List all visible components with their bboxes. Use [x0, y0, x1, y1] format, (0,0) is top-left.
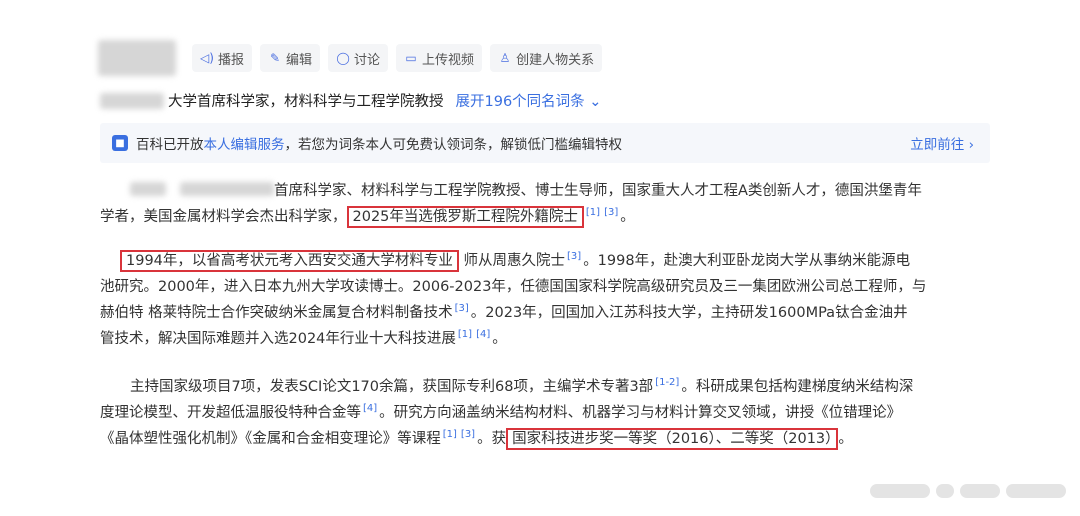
- citation-link[interactable]: [1]: [443, 429, 457, 440]
- encyclopedia-page: ◁) 播报 ✎ 编辑 ◯ 讨论 ▭ 上传视频 ♙ 创建人物关系 大学首席科学家，…: [0, 0, 1080, 516]
- intro-text-2: 学者，美国金属材料学会杰出科学家，: [100, 209, 347, 225]
- discuss-label: 讨论: [354, 52, 381, 68]
- blurred-title: [98, 40, 176, 76]
- career-line-1: 1994年，以省高考状元考入西安交通大学材料专业 师从周惠久院士 [3] 。1998…: [100, 248, 990, 274]
- paragraph-career: 1994年，以省高考状元考入西安交通大学材料专业 师从周惠久院士 [3] 。1998…: [100, 248, 990, 352]
- research-text-1a: 主持国家级项目7项，发表SCI论文170余篇，获国际专利68项，主编学术专著3部: [130, 379, 654, 395]
- broadcast-button[interactable]: ◁) 播报: [192, 44, 253, 72]
- subtitle-text: 大学首席科学家，材料科学与工程学院教授: [168, 94, 444, 110]
- career-line-3: 赫伯特 格莱特院士合作突破纳米金属复合材料制备技术 [3] 。2023年，回国加入江…: [100, 300, 990, 326]
- citation-link[interactable]: [1]: [458, 329, 472, 340]
- research-line-1: 主持国家级项目7项，发表SCI论文170余篇，获国际专利68项，主编学术专著3部…: [100, 374, 990, 400]
- control-bar: [870, 484, 930, 498]
- highlight-box-awards: 国家科技进步奖一等奖（2016）、二等奖（2013）: [506, 428, 839, 450]
- highlight-box-admission: 1994年，以省高考状元考入西安交通大学材料专业: [120, 250, 459, 272]
- people-icon: ♙: [499, 51, 511, 65]
- career-text-3b: 。2023年，回国加入江苏科技大学，主持研发1600MPa钛合金油井: [470, 305, 908, 321]
- research-line-2: 度理论模型、开发超低温服役特种合金等 [4] 。研究方向涵盖纳米结构材料、机器学习与…: [100, 400, 990, 426]
- blurred-university: [100, 93, 164, 109]
- intro-end: 。: [620, 209, 635, 225]
- career-text-2: 池研究。2000年，进入日本九州大学攻读博士。2006-2023年，任德国国家科…: [100, 279, 927, 295]
- notice-prefix: 百科已开放: [136, 137, 204, 153]
- entry-subtitle: 大学首席科学家，材料科学与工程学院教授 展开196个同名词条 ⌄: [168, 90, 601, 111]
- career-line-2: 池研究。2000年，进入日本九州大学攻读博士。2006-2023年，任德国国家科…: [100, 274, 990, 300]
- discuss-button[interactable]: ◯ 讨论: [328, 44, 389, 72]
- intro-line-2: 学者，美国金属材料学会杰出科学家， 2025年当选俄罗斯工程院外籍院士 [1] [3]…: [100, 204, 990, 230]
- citation-link[interactable]: [4]: [363, 403, 377, 414]
- notice-suffix: ，若您为词条本人可免费认领词条，解锁低门槛编辑特权: [284, 137, 623, 153]
- citation-link[interactable]: [1-2]: [655, 377, 679, 388]
- action-toolbar: ◁) 播报 ✎ 编辑 ◯ 讨论 ▭ 上传视频 ♙ 创建人物关系: [192, 43, 603, 73]
- intro-text-1: 首席科学家、材料科学与工程学院教授、博士生导师，国家重大人才工程A类创新人才，德…: [274, 183, 922, 199]
- edit-label: 编辑: [286, 52, 313, 68]
- broadcast-label: 播报: [218, 52, 245, 68]
- pencil-icon: ✎: [269, 51, 281, 65]
- bottom-controls: [870, 484, 1066, 498]
- self-edit-service-link[interactable]: 本人编辑服务: [204, 133, 285, 153]
- career-text-4a: 管技术，解决国际难题并入选2024年行业十大科技进展: [100, 331, 456, 347]
- edit-button[interactable]: ✎ 编辑: [260, 44, 321, 72]
- go-now-link[interactable]: 立即前往 ›: [910, 133, 974, 153]
- user-badge-icon: ■: [112, 135, 128, 151]
- paragraph-research: 主持国家级项目7项，发表SCI论文170余篇，获国际专利68项，主编学术专著3部…: [100, 374, 990, 452]
- paragraph-intro: 首席科学家、材料科学与工程学院教授、博士生导师，国家重大人才工程A类创新人才，德…: [100, 178, 990, 230]
- citation-link[interactable]: [4]: [476, 329, 490, 340]
- citation-link[interactable]: [3]: [604, 207, 618, 218]
- research-end: 。: [838, 431, 853, 447]
- intro-line-1: 首席科学家、材料科学与工程学院教授、博士生导师，国家重大人才工程A类创新人才，德…: [100, 178, 990, 204]
- control-bar: [936, 484, 954, 498]
- citation-link[interactable]: [3]: [461, 429, 475, 440]
- research-line-3: 《晶体塑性强化机制》《金属和合金相变理论》等课程 [1] [3] 。获 国家科技进步奖一…: [100, 426, 990, 452]
- upload-video-button[interactable]: ▭ 上传视频: [396, 44, 483, 72]
- career-line-4: 管技术，解决国际难题并入选2024年行业十大科技进展 [1] [4]。: [100, 326, 990, 352]
- control-bar: [1006, 484, 1066, 498]
- career-text-1b: 师从周惠久院士: [463, 253, 566, 269]
- edit-service-notice: ■ 百科已开放 本人编辑服务 ，若您为词条本人可免费认领词条，解锁低门槛编辑特权 立…: [100, 123, 990, 163]
- citation-link[interactable]: [1]: [586, 207, 600, 218]
- highlight-box-academician: 2025年当选俄罗斯工程院外籍院士: [346, 206, 584, 228]
- citation-link[interactable]: [3]: [455, 303, 469, 314]
- upload-video-label: 上传视频: [422, 52, 475, 68]
- career-text-1c: 。1998年，赴澳大利亚卧龙岗大学从事纳米能源电: [583, 253, 911, 269]
- career-text-3a: 赫伯特 格莱特院士合作突破纳米金属复合材料制备技术: [100, 305, 453, 321]
- research-text-3a: 《晶体塑性强化机制》《金属和合金相变理论》等课程: [100, 431, 441, 447]
- research-text-2a: 度理论模型、开发超低温服役特种合金等: [100, 405, 361, 421]
- control-bar: [960, 484, 1000, 498]
- research-text-3b: 。获: [477, 431, 507, 447]
- citation-link[interactable]: [3]: [567, 251, 581, 262]
- expand-same-name-link[interactable]: 展开196个同名词条 ⌄: [456, 94, 602, 110]
- video-icon: ▭: [405, 51, 417, 65]
- research-text-2b: 。研究方向涵盖纳米结构材料、机器学习与材料计算交叉领域，讲授《位错理论》: [379, 405, 902, 421]
- create-relation-button[interactable]: ♙ 创建人物关系: [490, 44, 603, 72]
- create-relation-label: 创建人物关系: [516, 52, 595, 68]
- research-text-1b: 。科研成果包括构建梯度纳米结构深: [681, 379, 914, 395]
- speaker-icon: ◁): [200, 51, 214, 65]
- career-end: 。: [492, 331, 507, 347]
- chat-icon: ◯: [336, 51, 350, 65]
